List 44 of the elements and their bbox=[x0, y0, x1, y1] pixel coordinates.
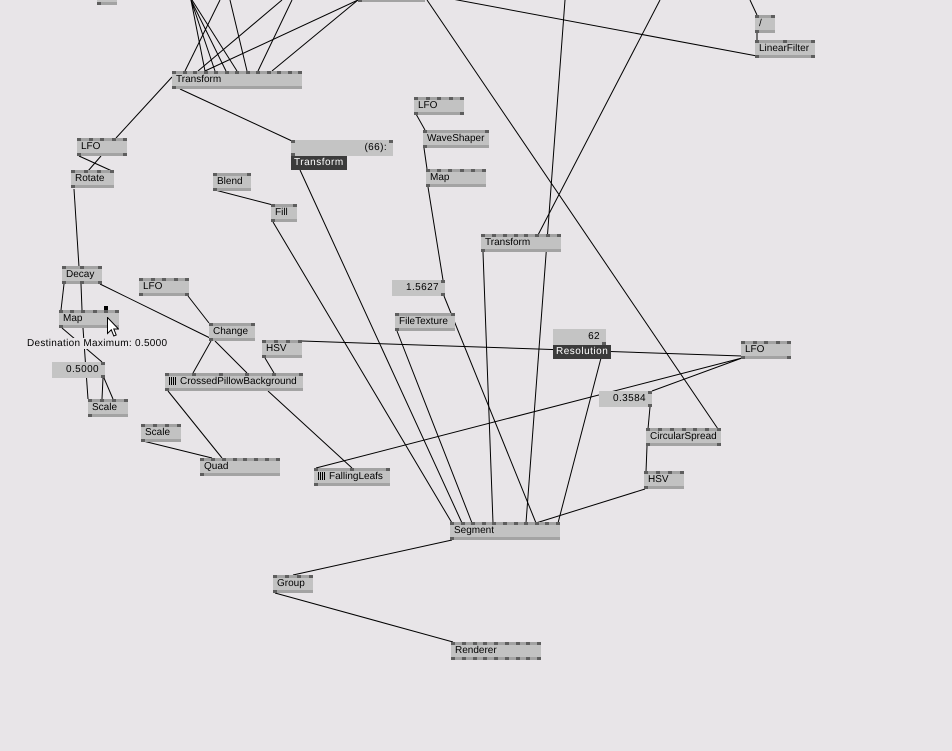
bars-icon bbox=[169, 377, 176, 385]
connection-line bbox=[116, 76, 172, 138]
connection-line bbox=[60, 284, 64, 310]
patch-node[interactable]: CircularSpread bbox=[646, 428, 721, 446]
connection-line bbox=[192, 340, 212, 374]
patch-node[interactable]: LFO bbox=[139, 278, 189, 296]
patch-node[interactable]: LFO bbox=[77, 138, 127, 156]
patch-node[interactable]: LFO bbox=[414, 97, 464, 115]
patch-node[interactable]: LFO bbox=[741, 341, 791, 359]
patch-node[interactable]: LinearFilter bbox=[755, 40, 815, 58]
patch-node[interactable]: Rotate bbox=[71, 170, 114, 188]
patch-node[interactable]: Map bbox=[59, 310, 119, 328]
patch-node[interactable]: Group bbox=[273, 575, 313, 593]
pin-name-label: Transform bbox=[291, 156, 347, 170]
tooltip: Destination Maximum: 0.5000 bbox=[26, 338, 168, 349]
patch-node[interactable]: Change bbox=[209, 323, 255, 341]
patch-node[interactable]: Quad bbox=[200, 458, 280, 476]
patch-node[interactable]: FileTexture bbox=[395, 313, 455, 331]
patch-node[interactable]: Segment bbox=[450, 522, 560, 540]
patch-node[interactable]: Scale bbox=[141, 424, 181, 442]
bars-icon bbox=[318, 472, 325, 480]
module-node[interactable]: CrossedPillowBackground bbox=[165, 373, 303, 391]
value-box[interactable]: 0.5000 bbox=[52, 362, 105, 378]
patch-node[interactable]: Renderer bbox=[451, 642, 541, 660]
patch-node[interactable]: Blend bbox=[213, 173, 251, 191]
patch-node[interactable]: HSV bbox=[262, 340, 302, 358]
patch-node[interactable]: Decay bbox=[62, 266, 102, 284]
connection-line bbox=[214, 340, 248, 374]
value-box[interactable]: 62 bbox=[553, 329, 606, 345]
value-box[interactable]: 0.3584 bbox=[599, 391, 652, 407]
patch-node[interactable]: Transform bbox=[172, 71, 302, 89]
cursor-icon bbox=[107, 317, 119, 337]
value-box[interactable]: (66): bbox=[291, 140, 393, 156]
connection-line bbox=[80, 284, 82, 310]
patch-node[interactable]: HSV bbox=[644, 471, 684, 489]
patch-node[interactable]: / bbox=[755, 15, 775, 33]
pin-name-label: Resolution bbox=[553, 345, 612, 359]
value-box[interactable]: 1.5627 bbox=[392, 280, 445, 296]
patch-node[interactable]: Fill bbox=[271, 204, 297, 222]
patch-node[interactable]: WaveShaper bbox=[423, 130, 489, 148]
patch-node[interactable]: Map bbox=[426, 169, 486, 187]
patch-node[interactable]: Scale bbox=[88, 399, 128, 417]
patch-node[interactable]: Transform bbox=[481, 234, 561, 252]
module-node[interactable]: FallingLeafs bbox=[314, 468, 390, 486]
